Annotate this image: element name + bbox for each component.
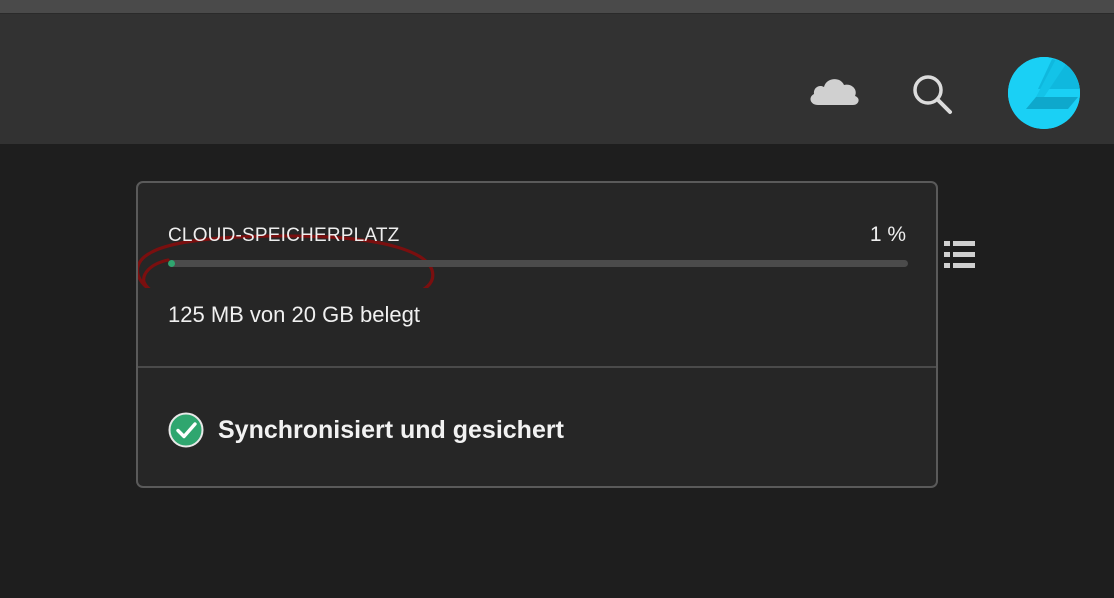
window-top-strip	[0, 0, 1114, 13]
cloud-icon[interactable]	[806, 69, 862, 113]
panel-divider	[138, 366, 936, 368]
cloud-storage-panel: CLOUD-SPEICHERPLATZ 1 % 125 MB von 20 GB…	[136, 181, 938, 488]
storage-progress-bar	[168, 260, 908, 267]
storage-usage-text: 125 MB von 20 GB belegt	[168, 302, 420, 327]
sync-status-row: Synchronisiert und gesichert	[168, 412, 564, 448]
storage-percent: 1 %	[869, 223, 906, 246]
app-header	[0, 13, 1114, 144]
avatar[interactable]	[1008, 57, 1080, 129]
list-view-icon[interactable]	[942, 238, 978, 272]
sync-status-text: Synchronisiert und gesichert	[218, 415, 564, 444]
storage-label: CLOUD-SPEICHERPLATZ	[168, 225, 400, 246]
storage-progress-fill	[168, 260, 176, 267]
checkmark-circle-icon	[168, 412, 204, 448]
search-icon[interactable]	[906, 68, 958, 120]
